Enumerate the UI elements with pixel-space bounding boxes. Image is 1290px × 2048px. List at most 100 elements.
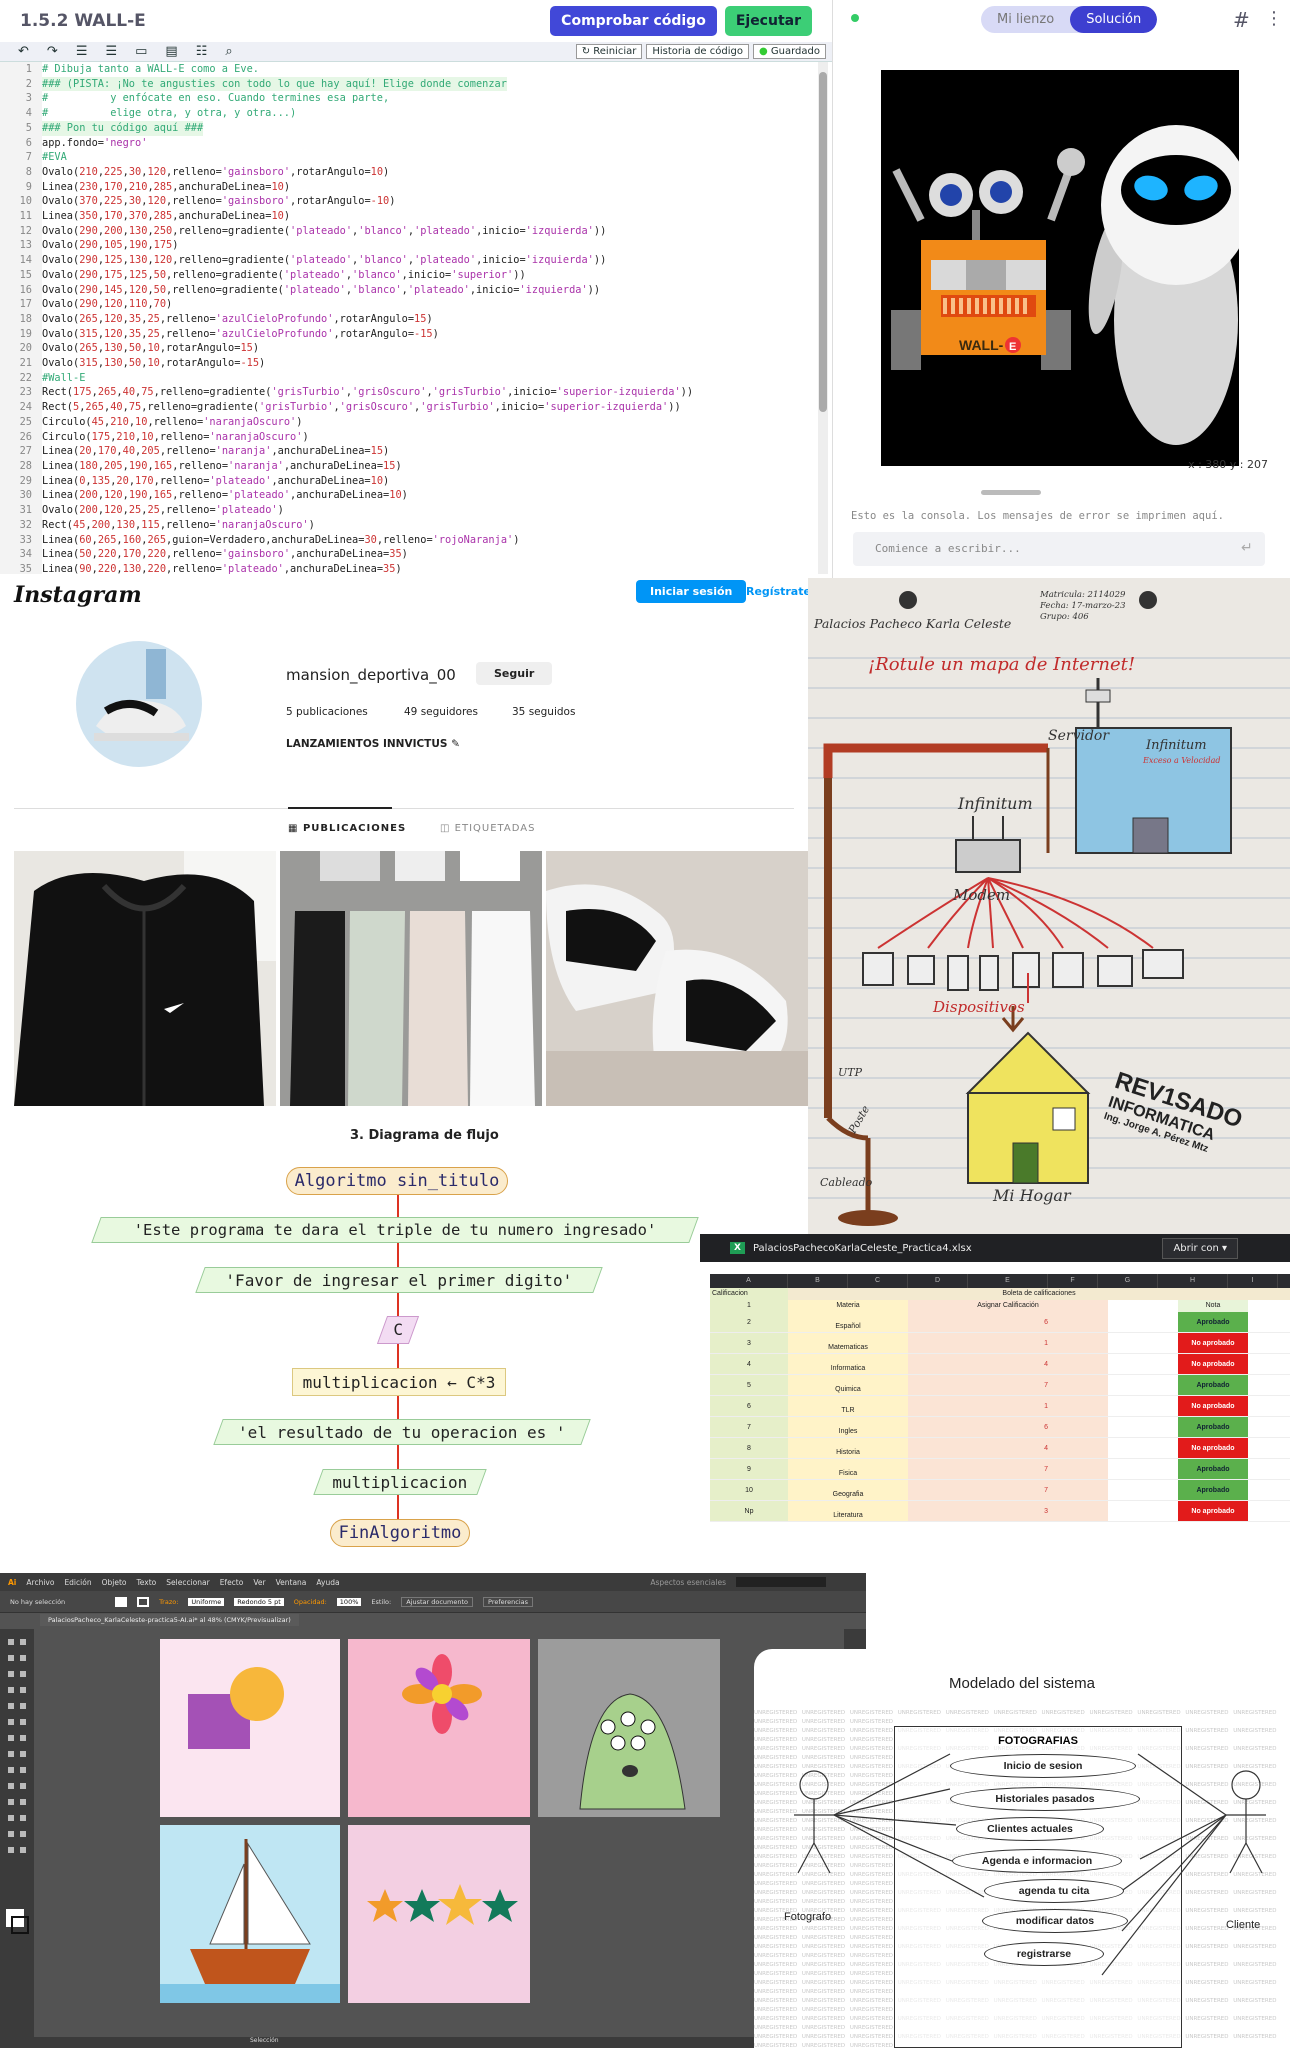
menu-item[interactable]: Archivo [26, 1578, 54, 1587]
menu-item[interactable]: Texto [136, 1578, 156, 1587]
code-line[interactable]: 12 Ovalo(290,200,130,250,relleno=gradient… [0, 223, 818, 239]
status-cell[interactable]: No aprobado [1178, 1501, 1248, 1521]
indent-icon[interactable]: ☰ [76, 44, 88, 59]
column-header[interactable]: D [908, 1274, 968, 1288]
grade-row[interactable]: 5 Quimica 7 Aprobado [710, 1375, 1290, 1396]
code-line[interactable]: 34 Linea(50,220,170,220,relleno='gainsbor… [0, 547, 818, 562]
header-row[interactable]: Calificacion Boleta de calificaciones [710, 1288, 1290, 1300]
outdent-icon[interactable]: ☰ [105, 44, 117, 59]
grade-cell[interactable]: 1 [908, 1333, 1108, 1353]
status-cell[interactable]: Aprobado [1178, 1480, 1248, 1500]
uniform-select[interactable]: Uniforme [188, 1597, 225, 1606]
code-line[interactable]: 29 Linea(0,135,20,170,relleno='plateado',… [0, 473, 818, 489]
grade-cell[interactable]: 7 [908, 1480, 1108, 1500]
menu-item[interactable]: Edición [64, 1578, 91, 1587]
subject-cell[interactable]: Informatica [788, 1354, 908, 1374]
tool-icons[interactable] [0, 1629, 34, 2037]
subject-cell[interactable]: Matematicas [788, 1333, 908, 1353]
artboards[interactable] [160, 1639, 720, 2021]
tab-my-canvas[interactable]: Mi lienzo [981, 6, 1070, 33]
status-cell[interactable]: No aprobado [1178, 1396, 1248, 1416]
more-menu-icon[interactable]: ⋮ [1265, 8, 1283, 29]
opacity-field[interactable]: 100% [336, 1597, 362, 1606]
subject-cell[interactable]: Ingles [788, 1417, 908, 1437]
status-cell[interactable]: Aprobado [1178, 1312, 1248, 1332]
following-count[interactable]: 35 seguidos [512, 706, 575, 718]
column-header[interactable]: A [710, 1274, 788, 1288]
grade-row[interactable]: Np Literatura 3 No aprobado [710, 1501, 1290, 1522]
subject-cell[interactable]: Historia [788, 1438, 908, 1458]
column-header[interactable]: I [1228, 1274, 1278, 1288]
check-code-button[interactable]: Comprobar código [550, 6, 717, 36]
open-with-button[interactable]: Abrir con ▾ [1162, 1237, 1238, 1259]
grade-cell[interactable]: 7 [908, 1375, 1108, 1395]
instagram-logo[interactable]: Instagram [14, 582, 142, 608]
grade-row[interactable]: 2 Español 6 Aprobado [710, 1312, 1290, 1333]
menu-item[interactable]: Ventana [276, 1578, 307, 1587]
code-line[interactable]: 14 Ovalo(290,125,130,120,relleno=gradient… [0, 253, 818, 268]
code-line[interactable]: 15 Ovalo(290,175,125,50,relleno=gradiente… [0, 267, 818, 283]
grid-icon[interactable]: # [1233, 8, 1250, 32]
workspace-label[interactable]: Aspectos esenciales [650, 1578, 726, 1587]
enter-icon[interactable]: ↵ [1241, 540, 1253, 556]
resize-handle[interactable] [981, 490, 1041, 495]
grade-row[interactable]: 4 Informatica 4 No aprobado [710, 1354, 1290, 1375]
subject-cell[interactable]: Geografia [788, 1480, 908, 1500]
tab-posts[interactable]: ▦ PUBLICACIONES [288, 823, 406, 834]
code-line[interactable]: 13 Ovalo(290,105,190,175) [0, 238, 818, 254]
list-icon[interactable]: ☷ [196, 44, 208, 59]
code-line[interactable]: 11 Linea(350,170,370,285,anchuraDeLinea=1… [0, 209, 818, 224]
status-cell[interactable]: Aprobado [1178, 1375, 1248, 1395]
grade-row[interactable]: 10 Geografia 7 Aprobado [710, 1480, 1290, 1501]
grade-cell[interactable]: 7 [908, 1459, 1108, 1479]
menu-item[interactable]: Efecto [220, 1578, 244, 1587]
code-line[interactable]: 8 Ovalo(210,225,30,120,relleno='gainsboro… [0, 164, 818, 180]
column-header[interactable]: H [1158, 1274, 1228, 1288]
status-cell[interactable]: Aprobado [1178, 1417, 1248, 1437]
menu-item[interactable]: Ayuda [316, 1578, 339, 1587]
grade-row[interactable]: 9 Fisica 7 Aprobado [710, 1459, 1290, 1480]
grade-cell[interactable]: 4 [908, 1354, 1108, 1374]
status-cell[interactable]: Aprobado [1178, 1459, 1248, 1479]
code-line[interactable]: 27 Linea(20,170,40,205,relleno='naranja',… [0, 444, 818, 459]
code-line[interactable]: 28 Linea(180,205,190,165,relleno='naranja… [0, 458, 818, 474]
column-header[interactable]: G [1098, 1274, 1158, 1288]
search-icon[interactable]: ⌕ [225, 44, 232, 59]
code-line[interactable]: 24 Rect(5,265,40,75,relleno=gradiente('gr… [0, 400, 818, 415]
grade-row[interactable]: 8 Historia 4 No aprobado [710, 1438, 1290, 1459]
code-line[interactable]: 23 Rect(175,265,40,75,relleno=gradiente('… [0, 385, 818, 401]
run-button[interactable]: Ejecutar [724, 6, 812, 36]
code-line[interactable]: 5 ### Pon tu código aquí ### [0, 120, 818, 136]
menu-item[interactable]: Seleccionar [166, 1578, 209, 1587]
grade-cell[interactable]: 1 [908, 1396, 1108, 1416]
code-line[interactable]: 9 Linea(230,170,210,285,anchuraDeLinea=10… [0, 179, 818, 195]
code-line[interactable]: 2 ### (PISTA: ¡No te angusties con todo l… [0, 76, 818, 92]
code-line[interactable]: 26 Circulo(175,210,10,relleno='naranjaOsc… [0, 429, 818, 445]
status-cell[interactable]: No aprobado [1178, 1333, 1248, 1353]
code-line[interactable]: 35 Linea(90,220,130,220,relleno='plateado… [0, 561, 818, 574]
doc-icon[interactable]: ▤ [165, 44, 177, 59]
grade-row[interactable]: 7 Ingles 6 Aprobado [710, 1417, 1290, 1438]
profile-avatar[interactable] [76, 641, 202, 767]
code-area[interactable]: 1 # Dibuja tanto a WALL-E como a Eve. 2 ###… [0, 62, 818, 574]
code-line[interactable]: 20 Ovalo(265,130,50,10,rotarAngulo=15) [0, 341, 818, 357]
preferences-button[interactable]: Preferencias [483, 1596, 534, 1607]
status-cell[interactable]: No aprobado [1178, 1354, 1248, 1374]
code-line[interactable]: 3 # y enfócate en eso. Cuando termines es… [0, 91, 818, 107]
code-line[interactable]: 33 Linea(60,265,160,265,guion=Verdadero,a… [0, 532, 818, 548]
monitor-icon[interactable]: ▭ [135, 44, 147, 59]
undo-icon[interactable]: ↶ [18, 44, 29, 59]
code-line[interactable]: 7 #EVA [0, 150, 818, 165]
code-line[interactable]: 19 Ovalo(315,120,35,25,relleno='azulCielo… [0, 326, 818, 342]
post-sneakers[interactable] [546, 851, 808, 1106]
subheader-row[interactable]: 1 Materia Asignar Calificación Nota [710, 1300, 1290, 1312]
code-line[interactable]: 10 Ovalo(370,225,30,120,relleno='gainsbor… [0, 194, 818, 210]
tab-solution[interactable]: Solución [1070, 6, 1158, 33]
grade-cell[interactable]: 4 [908, 1438, 1108, 1458]
menu-item[interactable]: Objeto [102, 1578, 127, 1587]
grade-row[interactable]: 3 Matematicas 1 No aprobado [710, 1333, 1290, 1354]
brush-select[interactable]: Redondo 5 pt [234, 1597, 284, 1606]
reset-button[interactable]: ↻ Reiniciar [575, 44, 643, 59]
console-input[interactable]: Comience a escribir... [853, 532, 1265, 566]
search-field[interactable] [736, 1577, 826, 1587]
